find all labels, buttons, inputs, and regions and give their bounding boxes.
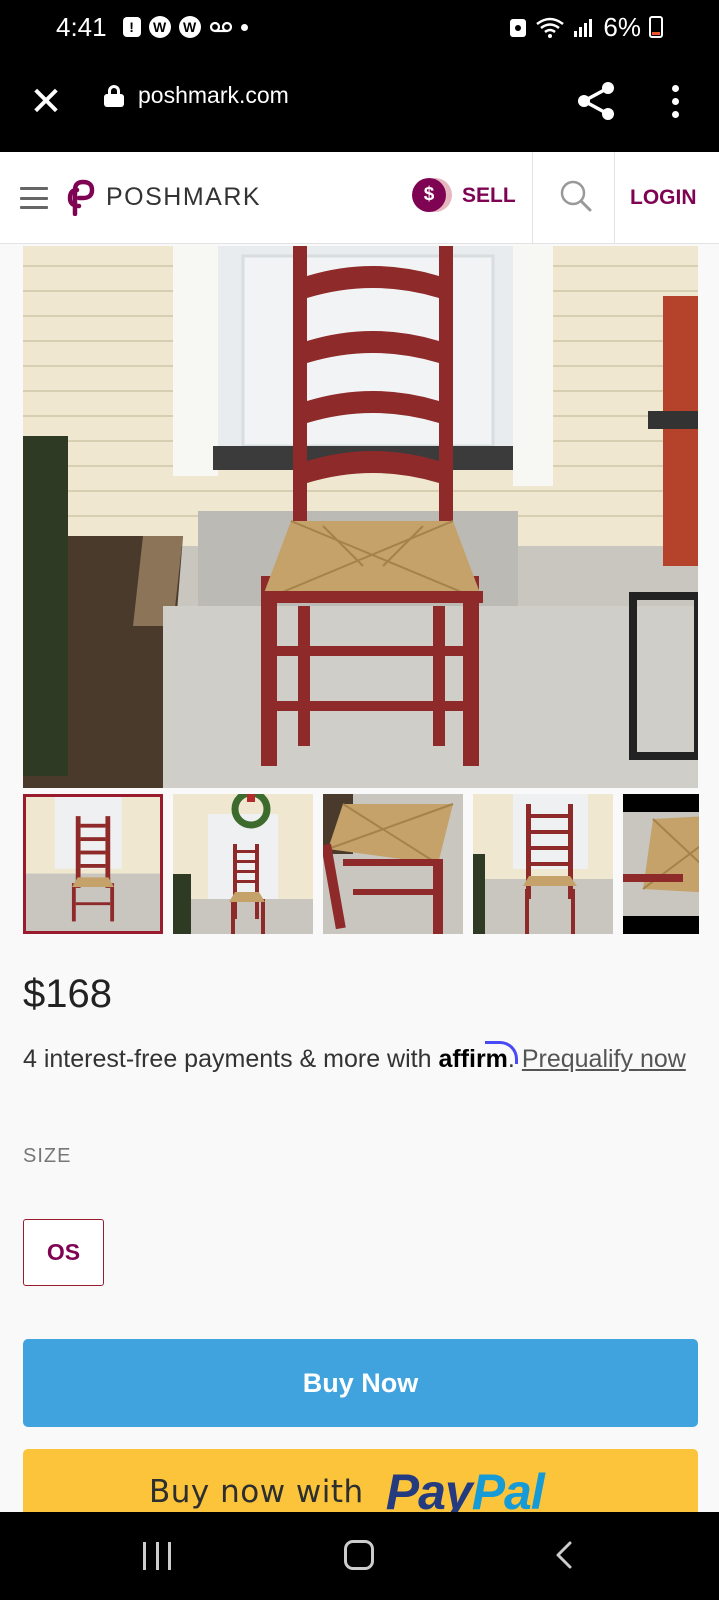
app-notification-icon: W [148, 16, 171, 38]
size-option-os[interactable]: OS [23, 1219, 104, 1286]
poshmark-p-icon [67, 179, 95, 216]
signal-icon [574, 19, 593, 37]
battery-icon [649, 16, 663, 38]
buy-now-button[interactable]: Buy Now [23, 1339, 698, 1427]
back-icon[interactable] [550, 1540, 580, 1570]
alert-notification-icon: ! [122, 17, 141, 37]
sell-label: SELL [462, 184, 516, 207]
more-notifications-dot-icon [240, 23, 248, 31]
wifi-icon [536, 17, 565, 38]
site-header: POSHMARK $ SELL LOGIN [0, 152, 719, 244]
listing-price: $168 [23, 972, 112, 1016]
paypal-prefix: Buy now with [149, 1474, 364, 1510]
login-link[interactable]: LOGIN [630, 186, 697, 210]
affirm-financing-text: 4 interest-free payments & more with aff… [23, 1040, 703, 1079]
logo-text: POSHMARK [106, 182, 262, 211]
browser-menu-button[interactable] [660, 76, 690, 126]
close-tab-button[interactable]: ✕ [28, 78, 64, 126]
thumbnail-2[interactable] [173, 794, 313, 934]
battery-percent: 6% [603, 11, 641, 42]
divider [532, 152, 533, 244]
voicemail-icon [209, 21, 232, 33]
thumbnail-strip [23, 794, 699, 936]
recent-apps-icon[interactable] [143, 1542, 171, 1570]
system-navigation-bar [0, 1512, 719, 1600]
url-text: poshmark.com [138, 82, 289, 108]
divider [614, 152, 615, 244]
thumbnail-5[interactable] [623, 794, 699, 934]
app-notification-icon-2: W [178, 16, 201, 38]
url-field[interactable]: poshmark.com [104, 82, 289, 109]
screenshot-lock-icon [510, 19, 527, 37]
lock-icon [104, 84, 124, 107]
hamburger-menu-icon[interactable] [20, 187, 48, 209]
status-time: 4:41 [56, 11, 107, 42]
poshmark-logo[interactable]: POSHMARK [66, 178, 261, 216]
product-main-image[interactable] [23, 246, 698, 788]
prequalify-link[interactable]: Prequalify now [522, 1045, 686, 1073]
affirm-logo: affirm [438, 1045, 508, 1073]
sell-button[interactable]: $ SELL [412, 178, 516, 214]
share-icon[interactable] [574, 78, 620, 124]
status-bar: 4:41 ! W W 6% [0, 0, 719, 54]
thumbnail-1[interactable] [23, 794, 163, 934]
search-icon[interactable] [556, 176, 596, 216]
sell-coin-icon: $ [412, 178, 452, 214]
home-icon[interactable] [344, 1540, 374, 1570]
thumbnail-3[interactable] [323, 794, 463, 934]
thumbnail-4[interactable] [473, 794, 613, 934]
size-label: SIZE [23, 1145, 72, 1167]
browser-toolbar: ✕ poshmark.com [0, 54, 719, 152]
affirm-prefix: 4 interest-free payments & more with [23, 1045, 432, 1073]
